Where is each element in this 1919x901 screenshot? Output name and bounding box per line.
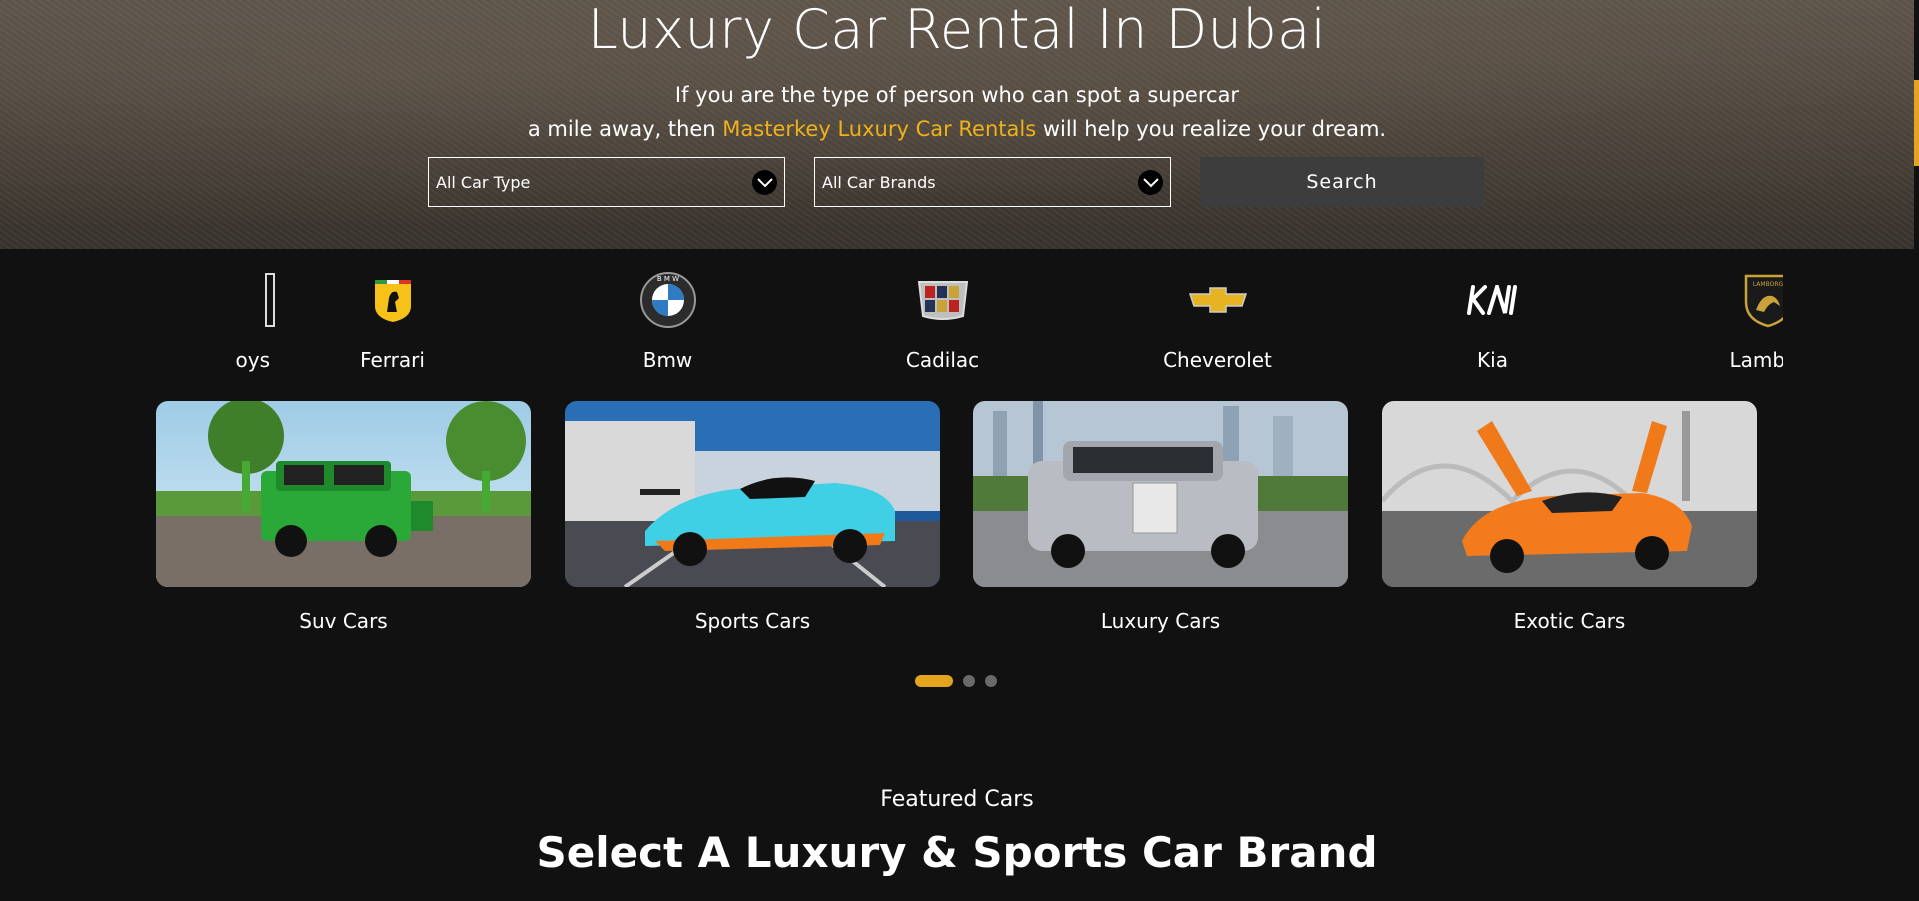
chevron-down-icon (1138, 170, 1163, 195)
brand-item-bmw[interactable]: B M W Bmw (530, 258, 805, 378)
car-brand-select[interactable]: All Car Brands (814, 157, 1171, 207)
hero-subtitle-line1: If you are the type of person who can sp… (674, 83, 1240, 107)
search-button[interactable]: Search (1200, 157, 1484, 207)
brand-item-cadillac[interactable]: Cadilac (805, 258, 1080, 378)
blue-sports-car-image (565, 401, 940, 587)
category-title: Luxury Cars (1100, 609, 1221, 633)
brand-name: Cadilac (905, 348, 980, 372)
category-card-suv[interactable]: Suv Cars (156, 401, 531, 633)
car-brand-value: All Car Brands (822, 173, 936, 192)
featured-label: Featured Cars (880, 787, 1034, 812)
category-title: Exotic Cars (1513, 609, 1626, 633)
car-type-select[interactable]: All Car Type (428, 157, 785, 207)
brand-name: Bmw (642, 348, 693, 372)
category-card-luxury[interactable]: Luxury Cars (973, 401, 1348, 633)
cadillac-logo-icon (908, 272, 978, 328)
ferrari-logo-icon (358, 272, 428, 328)
page-scrollbar-thumb[interactable] (1914, 80, 1919, 166)
svg-text:LAMBORG: LAMBORG (1752, 281, 1783, 288)
brand-item-lamborghini[interactable]: LAMBORG Lambor (1630, 258, 1783, 378)
hero-banner: Luxury Car Rental In Dubai If you are th… (0, 0, 1914, 249)
brand-carousel: oys Ferrari B M W Bmw Cadilac Cheverolet… (133, 258, 1783, 378)
brand-item-kia[interactable]: Kia (1355, 258, 1630, 378)
hero-title: Luxury Car Rental In Dubai (587, 0, 1327, 61)
brand-item-ferrari[interactable]: Ferrari (255, 258, 530, 378)
category-title: Sports Cars (694, 609, 811, 633)
brand-name: Ferrari (360, 348, 425, 372)
category-card-sports[interactable]: Sports Cars (565, 401, 940, 633)
featured-heading: Select A Luxury & Sports Car Brand (536, 828, 1378, 877)
chevrolet-logo-icon (1183, 272, 1253, 328)
carousel-dot-3[interactable] (985, 675, 997, 687)
chevron-down-icon (752, 170, 777, 195)
brand-name: Lambor (1729, 348, 1783, 372)
brand-name: Kia (1477, 348, 1508, 372)
brand-link[interactable]: Masterkey Luxury Car Rentals (722, 117, 1036, 141)
orange-exotic-car-image (1382, 401, 1757, 587)
category-card-exotic[interactable]: Exotic Cars (1382, 401, 1757, 633)
bmw-logo-icon: B M W (633, 272, 703, 328)
hero-subtitle-post: will help you realize your dream. (1036, 117, 1387, 141)
hero-subtitle: If you are the type of person who can sp… (0, 78, 1914, 146)
svg-text:B M W: B M W (656, 275, 678, 283)
car-type-value: All Car Type (436, 173, 531, 192)
kia-logo-icon (1458, 272, 1528, 328)
category-title: Suv Cars (299, 609, 388, 633)
brand-item-chevrolet[interactable]: Cheverolet (1080, 258, 1355, 378)
lamborghini-logo-icon: LAMBORG (1733, 272, 1783, 328)
carousel-dot-1[interactable] (915, 675, 953, 687)
carousel-dot-2[interactable] (963, 675, 975, 687)
hero-subtitle-pre: a mile away, then (527, 117, 723, 141)
brand-name: oys (235, 348, 271, 372)
brand-name: Cheverolet (1163, 348, 1272, 372)
hero-subtitle-line2: a mile away, then Masterkey Luxury Car R… (0, 112, 1914, 146)
silver-luxury-car-image (973, 401, 1348, 587)
green-suv-image (156, 401, 531, 587)
